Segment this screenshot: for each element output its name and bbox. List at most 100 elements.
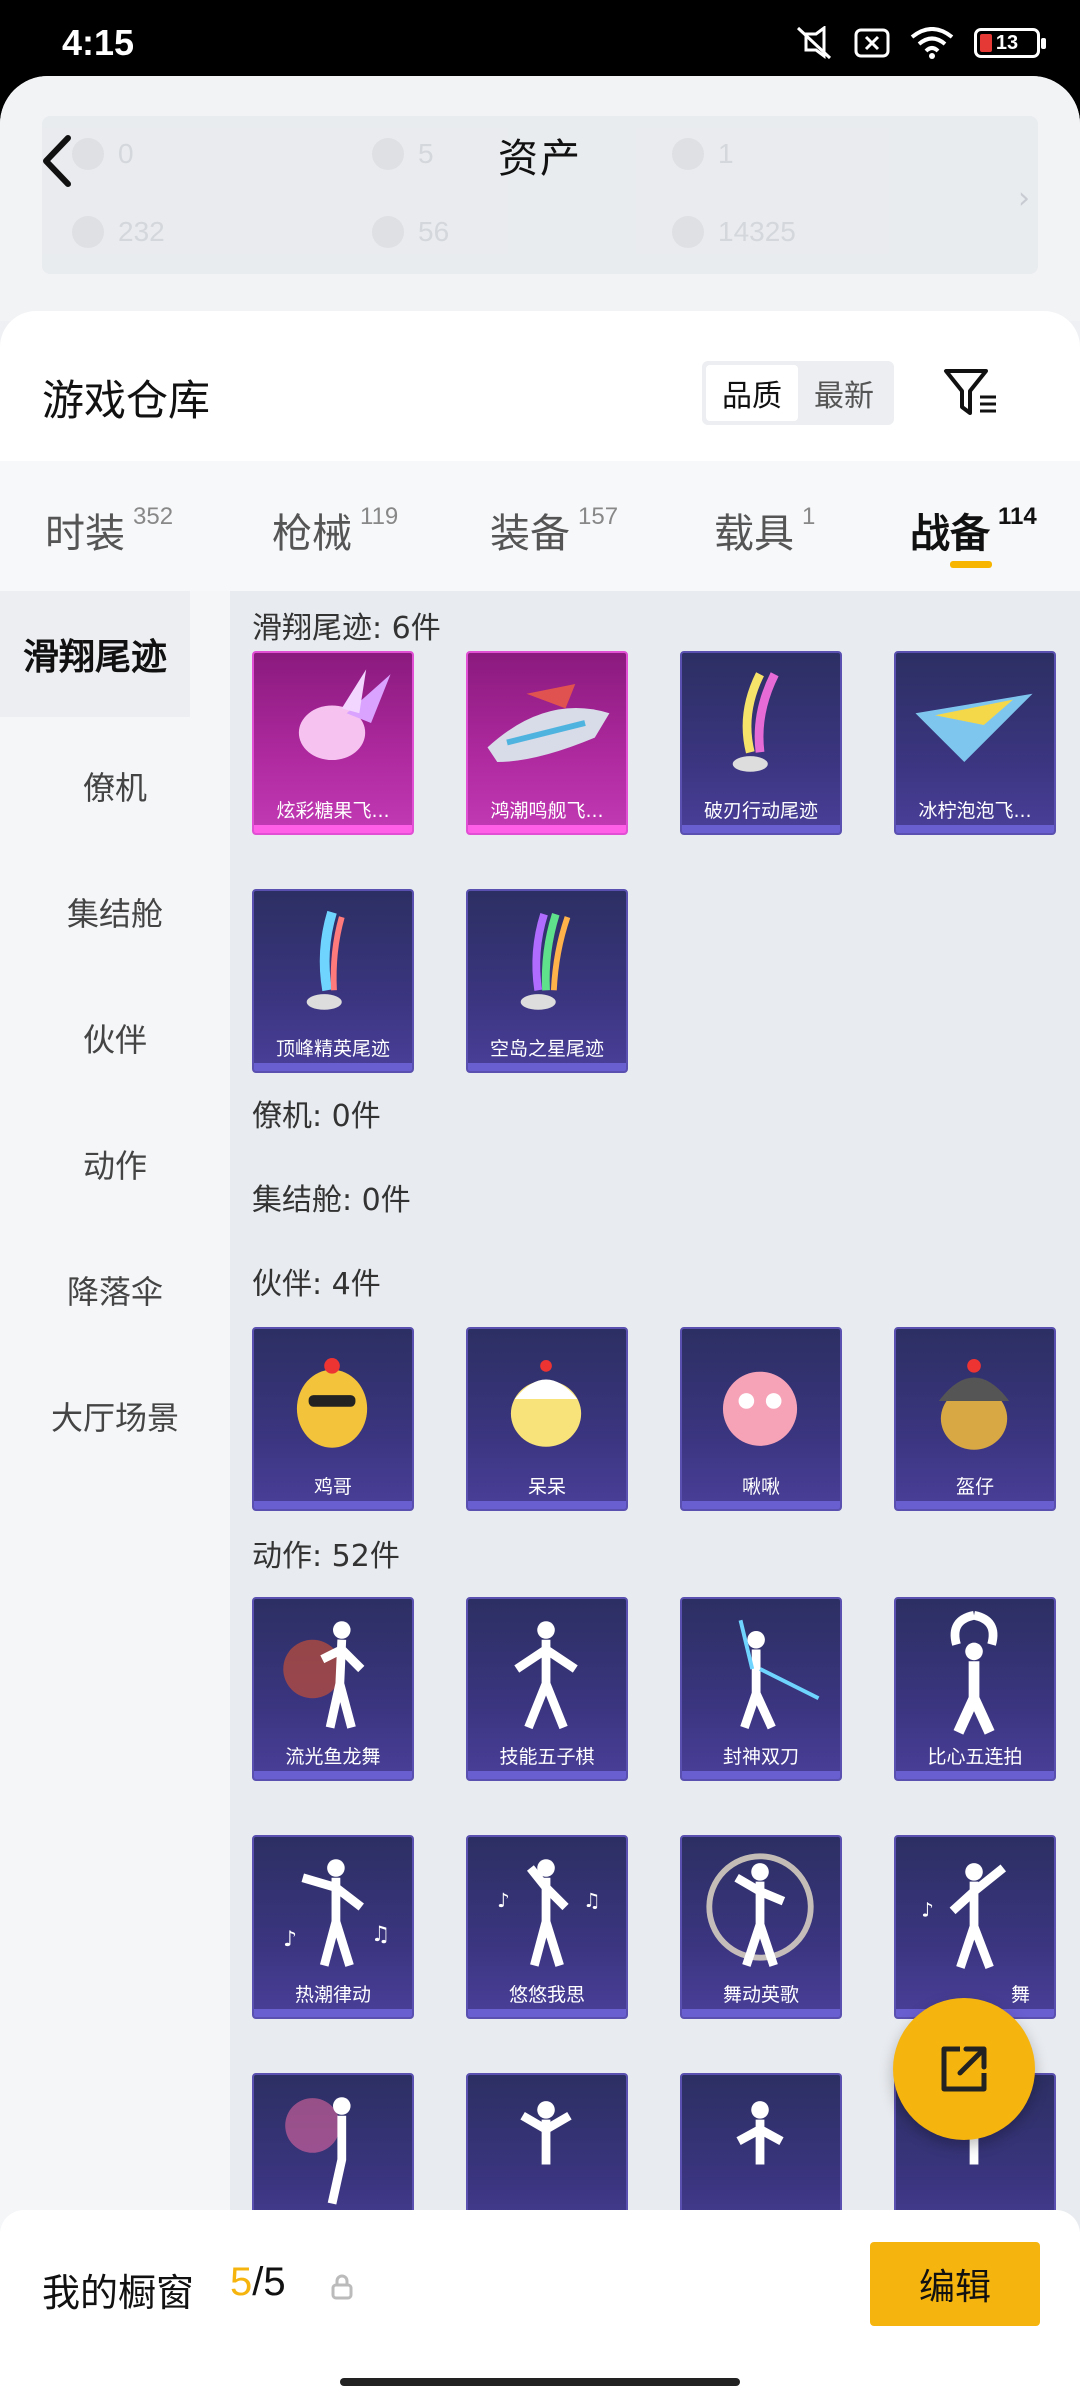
category-tabs: 时装 352 枪械 119 装备 157 载具 1 战备 114 (0, 461, 1080, 591)
item-label: 热潮律动 (294, 1984, 371, 2006)
asset-value: 56 (418, 216, 450, 247)
asset-item: 14325 (672, 216, 796, 248)
dance-emote-icon: ♪ ♫ (283, 1859, 390, 1967)
blades-emote-icon (738, 1619, 820, 1730)
subcategory-nav: 滑翔尾迹 僚机 集结舱 伙伴 动作 降落伞 大厅场景 (0, 591, 230, 2281)
lock-icon (331, 2274, 353, 2300)
item-label: 炫彩糖果飞... (276, 800, 390, 822)
item-label: 破刃行动尾迹 (703, 800, 818, 822)
battery-level: 13 (995, 31, 1019, 54)
mute-icon (796, 26, 832, 60)
item-card[interactable]: 鸡哥 (252, 1327, 414, 1511)
battery-icon: 13 (974, 28, 1046, 58)
share-icon (941, 2046, 987, 2092)
currency-icon (72, 216, 104, 248)
item-card[interactable]: 空岛之星尾迹 (466, 889, 628, 1073)
wifi-icon (910, 27, 954, 59)
sort-newest-button[interactable]: 最新 (798, 365, 890, 421)
currency-icon (672, 216, 704, 248)
tab-fashion[interactable]: 时装 352 (45, 501, 173, 559)
showcase-label: 我的橱窗 (42, 2271, 195, 2315)
asset-item: 56 (372, 216, 449, 248)
item-card[interactable]: 封神双刀 (680, 1597, 842, 1781)
item-label: 冰柠泡泡飞... (918, 800, 1032, 822)
warehouse-title: 游戏仓库 (42, 376, 211, 425)
nav-item-emote[interactable]: 动作 (0, 1141, 230, 1187)
tab-weapons[interactable]: 枪械 119 (272, 501, 398, 559)
nav-item-pod[interactable]: 集结舱 (0, 889, 230, 935)
sim-off-icon (854, 28, 890, 58)
showcase-bar: 我的橱窗 5/5 编辑 (0, 2210, 1080, 2400)
tab-label: 战备 (910, 511, 990, 557)
tab-label: 装备 (490, 511, 570, 557)
sort-toggle: 品质 最新 (702, 361, 894, 425)
dance-emote-icon (283, 1621, 365, 1729)
tab-count: 119 (360, 503, 399, 530)
nav-item-lobby-scene[interactable]: 大厅场景 (0, 1393, 230, 1439)
showcase-current: 5 (230, 2260, 253, 2304)
tab-equipment[interactable]: 装备 157 (490, 501, 618, 559)
item-card[interactable]: 舞动英歌 (680, 1835, 842, 2019)
item-card[interactable]: 流光鱼龙舞 (252, 1597, 414, 1781)
item-label: 技能五子棋 (499, 1746, 595, 1768)
chicken-partner-icon (296, 1358, 368, 1448)
item-card[interactable]: ♪ ♫ 悠悠我思 (466, 1835, 628, 2019)
tab-count: 352 (133, 503, 174, 530)
nav-item-partner[interactable]: 伙伴 (0, 1015, 230, 1061)
tab-label: 枪械 (272, 511, 352, 557)
chevron-right-icon[interactable]: › (1018, 181, 1030, 216)
item-label: 啾啾 (741, 1476, 780, 1498)
item-label: 鸡哥 (313, 1476, 352, 1498)
tab-count: 114 (998, 503, 1037, 530)
filter-icon[interactable] (940, 363, 1000, 423)
item-card[interactable]: ♪ ♫ 热潮律动 (252, 1835, 414, 2019)
share-button[interactable] (893, 1998, 1035, 2140)
item-card[interactable]: 冰柠泡泡飞... (894, 651, 1056, 835)
nav-item-parachute[interactable]: 降落伞 (0, 1267, 230, 1313)
svg-text:♪: ♪ (283, 1927, 297, 1952)
item-label: 悠悠我思 (508, 1984, 585, 2006)
item-card[interactable]: 技能五子棋 (466, 1597, 628, 1781)
svg-text:♪: ♪ (497, 1889, 509, 1912)
ship-item-icon (487, 683, 610, 763)
nav-item-glide-trail[interactable]: 滑翔尾迹 (0, 591, 190, 717)
item-card[interactable]: 破刃行动尾迹 (680, 651, 842, 835)
trail-item-icon (520, 913, 571, 1010)
candy-item-icon (298, 669, 391, 761)
tab-combat-gear[interactable]: 战备 114 (910, 501, 1037, 559)
item-card[interactable]: 啾啾 (680, 1327, 842, 1511)
item-card[interactable]: 盔仔 (894, 1327, 1056, 1511)
tab-label: 载具 (714, 511, 794, 557)
item-card[interactable]: 鸿潮鸣舰飞... (466, 651, 628, 835)
tab-count: 157 (578, 503, 619, 530)
svg-text:♪: ♪ (921, 1899, 933, 1922)
section-title-emote: 动作: 52件 (252, 1539, 400, 1574)
svg-text:♫: ♫ (371, 1922, 390, 1947)
chick-partner-icon (510, 1359, 582, 1447)
helmet-chick-partner-icon (938, 1359, 1010, 1450)
heart-emote-icon (950, 1611, 998, 1735)
item-card[interactable]: 顶峰精英尾迹 (252, 889, 414, 1073)
item-card[interactable]: ♪ 舞 (894, 1835, 1056, 2019)
asset-value: 232 (118, 216, 165, 247)
active-tab-indicator (950, 561, 992, 568)
currency-icon (372, 216, 404, 248)
item-card[interactable]: 比心五连拍 (894, 1597, 1056, 1781)
dance-emote-icon (736, 2101, 784, 2165)
asset-sheet: 0 5 1 232 56 14325 › 资产 游戏仓库 品质 最新 时装 352… (0, 76, 1080, 2400)
item-card[interactable]: 炫彩糖果飞... (252, 651, 414, 835)
item-label: 流光鱼龙舞 (285, 1746, 381, 1768)
svg-text:♫: ♫ (583, 1889, 600, 1912)
nav-item-wingman[interactable]: 僚机 (0, 763, 230, 809)
edit-button[interactable]: 编辑 (870, 2242, 1040, 2326)
showcase-total: /5 (252, 2260, 286, 2304)
sort-quality-button[interactable]: 品质 (706, 365, 798, 421)
section-title-pod: 集结舱: 0件 (252, 1183, 411, 1218)
item-card[interactable]: 呆呆 (466, 1327, 628, 1511)
tab-vehicles[interactable]: 载具 1 (714, 501, 815, 559)
section-title-wingman: 僚机: 0件 (252, 1099, 381, 1134)
item-label: 舞动英歌 (722, 1984, 799, 2006)
item-label: 盔仔 (955, 1476, 994, 1498)
status-icons: 13 (794, 26, 1046, 60)
warehouse-header: 游戏仓库 品质 最新 (0, 311, 1080, 461)
